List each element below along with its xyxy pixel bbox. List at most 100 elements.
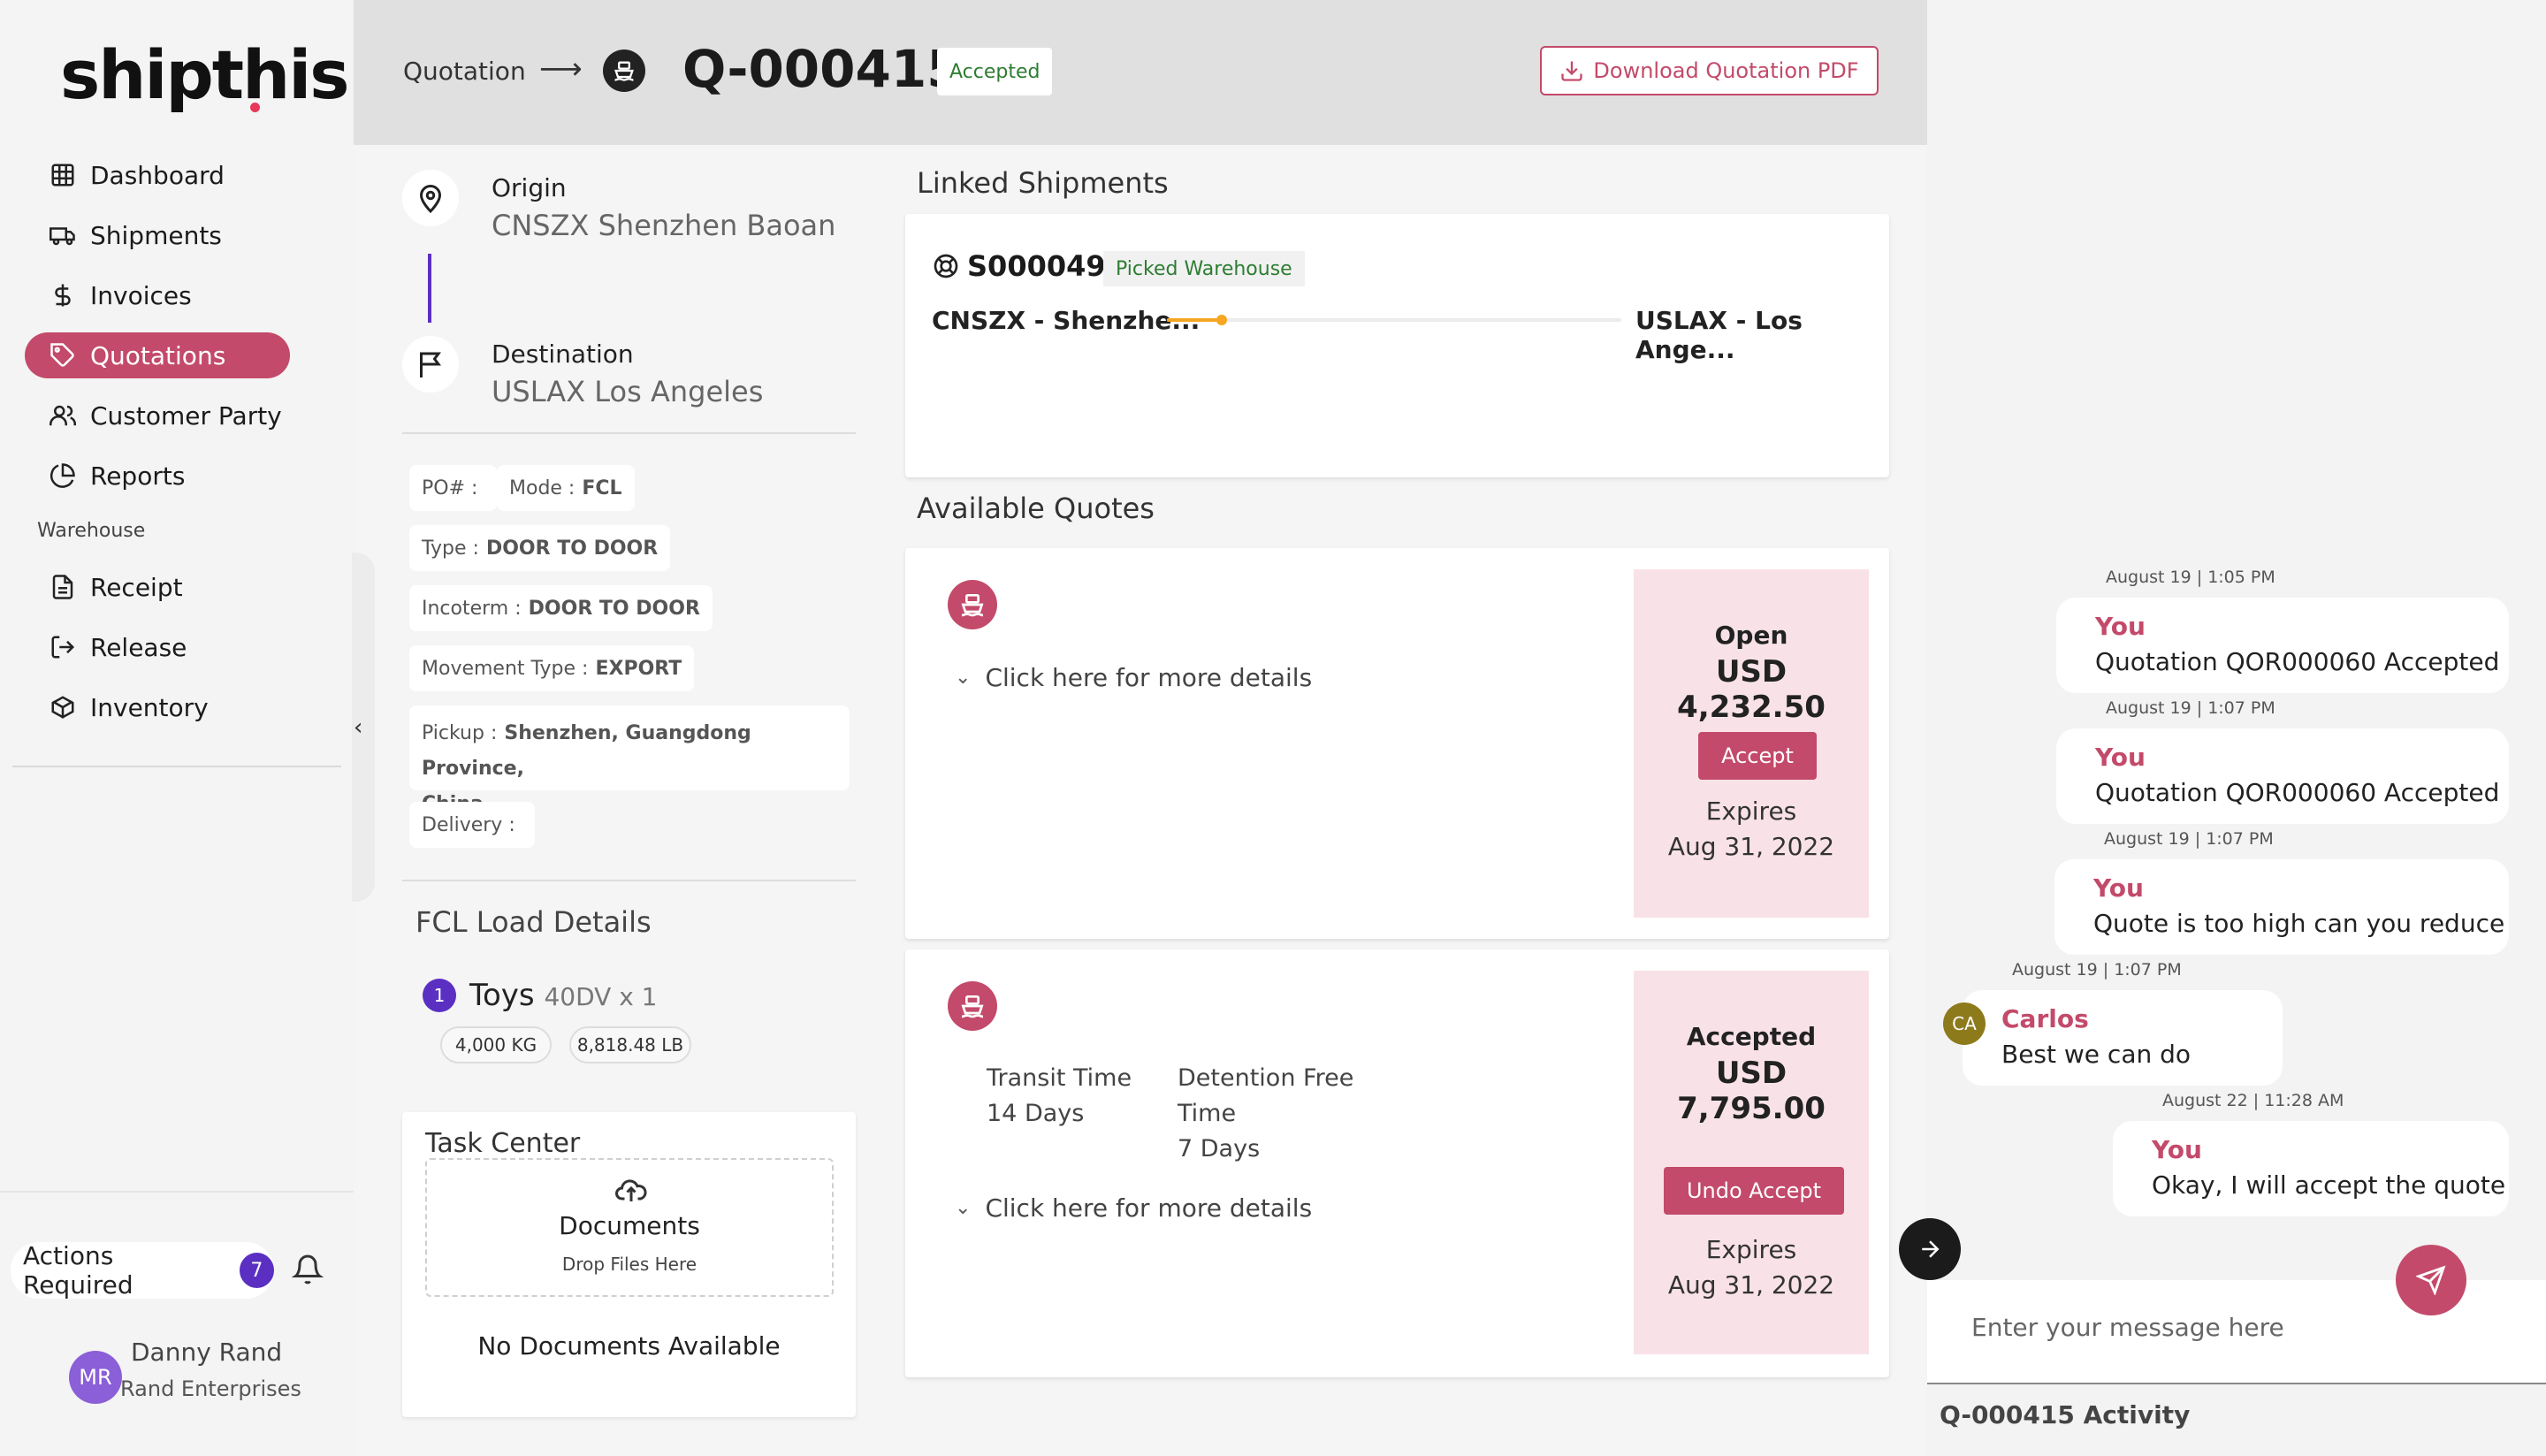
- origin-label: Origin: [492, 173, 567, 202]
- grid-icon: [50, 162, 76, 188]
- sidebar-item-dashboard[interactable]: Dashboard: [25, 152, 290, 198]
- sidebar: shipthis Dashboard Shipments Invoices Qu…: [0, 0, 354, 1456]
- undo-accept-button[interactable]: Undo Accept: [1664, 1167, 1844, 1215]
- message-sender: You: [2152, 1135, 2202, 1164]
- page-header: Quotation ⟶ Q-000415 Accepted Download Q…: [354, 0, 1927, 145]
- chat-message-input[interactable]: [1971, 1305, 2413, 1349]
- quote-expires-label: Expires: [1705, 797, 1797, 826]
- sidebar-item-quotations[interactable]: Quotations: [25, 332, 290, 378]
- transit-time: Transit Time 14 Days: [987, 1061, 1132, 1132]
- mode-chip: Mode : FCL: [497, 465, 635, 511]
- sidebar-item-label: Customer Party: [90, 400, 282, 431]
- bell-icon[interactable]: [292, 1254, 324, 1285]
- sidebar-item-label: Invoices: [90, 280, 192, 310]
- box-icon: [50, 694, 76, 720]
- expand-panel-button[interactable]: [1899, 1218, 1961, 1280]
- sidebar-item-inventory[interactable]: Inventory: [25, 684, 290, 730]
- quote-status: Accepted: [1686, 1022, 1817, 1051]
- shipment-id[interactable]: S000049: [932, 249, 1106, 283]
- pickup-label: Pickup :: [422, 722, 498, 744]
- details-label: Click here for more details: [985, 1193, 1313, 1223]
- send-button[interactable]: [2396, 1245, 2466, 1315]
- sidebar-item-receipt[interactable]: Receipt: [25, 564, 290, 610]
- quote-status: Open: [1714, 621, 1788, 650]
- dropzone-title: Documents: [559, 1211, 700, 1240]
- logout-icon: [50, 634, 76, 660]
- shipment-progress-track: [1167, 315, 1621, 325]
- sidebar-item-customer-party[interactable]: Customer Party: [25, 393, 290, 438]
- destination-value: USLAX Los Angeles: [492, 375, 764, 408]
- message-timestamp: August 19 | 1:07 PM: [2104, 829, 2274, 849]
- weight-lb-pill: 8,818.48 LB: [569, 1026, 691, 1063]
- type-chip: Type : DOOR TO DOOR: [409, 525, 671, 571]
- po-chip: PO# :: [409, 465, 498, 511]
- type-label: Type :: [422, 537, 479, 560]
- delivery-chip: Delivery :: [409, 802, 535, 848]
- quote-card: ⌄ Click here for more details Open USD 4…: [905, 548, 1889, 939]
- quote-details-toggle[interactable]: ⌄ Click here for more details: [955, 663, 1312, 692]
- document-icon: [50, 574, 76, 600]
- fcl-title: FCL Load Details: [415, 905, 652, 939]
- download-label: Download Quotation PDF: [1593, 58, 1859, 83]
- mode-label: Mode :: [509, 476, 576, 499]
- download-quotation-button[interactable]: Download Quotation PDF: [1540, 46, 1879, 95]
- chat-message: You Quotation QOR000060 Accepted: [2056, 598, 2509, 693]
- message-timestamp: August 19 | 1:07 PM: [2106, 698, 2275, 718]
- message-text: Okay, I will accept the quote: [2152, 1170, 2506, 1200]
- po-label: PO# :: [422, 476, 478, 499]
- type-value: DOOR TO DOOR: [485, 537, 659, 560]
- chat-message: You Quotation QOR000060 Accepted: [2056, 728, 2509, 824]
- message-timestamp: August 19 | 1:07 PM: [2012, 960, 2182, 980]
- message-sender: You: [2095, 612, 2146, 641]
- linked-shipments-title: Linked Shipments: [917, 166, 1169, 200]
- arrow-right-icon: ⟶: [539, 51, 583, 87]
- quote-price-box: Accepted USD 7,795.00 Undo Accept Expire…: [1634, 971, 1869, 1354]
- detention-label-2: Time: [1178, 1100, 1237, 1127]
- message-text: Best we can do: [2001, 1040, 2192, 1069]
- actions-count-badge: 7: [239, 1253, 274, 1288]
- transit-time-value: 14 Days: [987, 1100, 1085, 1127]
- shipment-progress-marker: [1216, 315, 1227, 325]
- sidebar-item-label: Quotations: [90, 340, 226, 370]
- message-sender: You: [2093, 873, 2144, 903]
- chevron-down-icon: ⌄: [955, 667, 972, 689]
- document-dropzone[interactable]: Documents Drop Files Here: [425, 1158, 834, 1297]
- sidebar-item-shipments[interactable]: Shipments: [25, 212, 290, 258]
- no-documents-text: No Documents Available: [477, 1331, 781, 1361]
- sidebar-item-label: Shipments: [90, 220, 222, 250]
- breadcrumb[interactable]: Quotation: [403, 57, 526, 86]
- avatar[interactable]: MR: [69, 1351, 122, 1404]
- pickup-chip: Pickup :Shenzhen, Guangdong Province, Ch…: [409, 705, 850, 815]
- destination-label: Destination: [492, 339, 634, 369]
- quote-details-toggle[interactable]: ⌄ Click here for more details: [955, 1193, 1312, 1223]
- ship-icon: [948, 580, 997, 629]
- message-text: Quotation QOR000060 Accepted: [2095, 647, 2500, 676]
- quote-price-box: Open USD 4,232.50 Accept Expires Aug 31,…: [1634, 569, 1869, 918]
- pie-chart-icon: [50, 462, 76, 489]
- send-icon: [2416, 1265, 2446, 1295]
- cloud-upload-icon: [615, 1179, 647, 1201]
- message-sender: Carlos: [2001, 1004, 2089, 1033]
- sidebar-section-warehouse: Warehouse: [37, 519, 146, 542]
- chevron-left-icon[interactable]: ‹: [354, 714, 362, 741]
- accept-button[interactable]: Accept: [1698, 732, 1817, 780]
- sidebar-item-release[interactable]: Release: [25, 624, 290, 670]
- sidebar-item-invoices[interactable]: Invoices: [25, 272, 290, 318]
- dropzone-subtitle: Drop Files Here: [561, 1254, 697, 1275]
- location-pin-icon: [402, 170, 459, 226]
- fcl-index-badge: 1: [423, 979, 456, 1012]
- linked-shipment-card[interactable]: S000049 Picked Warehouse CNSZX - Shenzhe…: [905, 214, 1889, 477]
- quote-expires-date: Aug 31, 2022: [1667, 832, 1835, 861]
- sidebar-nav: Dashboard Shipments Invoices Quotations …: [25, 152, 290, 744]
- quote-currency: USD: [1715, 654, 1788, 690]
- delivery-label: Delivery :: [422, 813, 515, 836]
- sidebar-item-reports[interactable]: Reports: [25, 453, 290, 499]
- page-title: Q-000415: [682, 39, 963, 99]
- sidebar-item-label: Inventory: [90, 692, 209, 722]
- details-label: Click here for more details: [985, 663, 1313, 692]
- divider: [402, 432, 856, 434]
- sidebar-item-label: Reports: [90, 461, 186, 491]
- actions-required-button[interactable]: Actions Required 7: [11, 1241, 274, 1300]
- actions-required-label: Actions Required: [23, 1241, 133, 1300]
- user-company: Rand Enterprises: [120, 1376, 301, 1401]
